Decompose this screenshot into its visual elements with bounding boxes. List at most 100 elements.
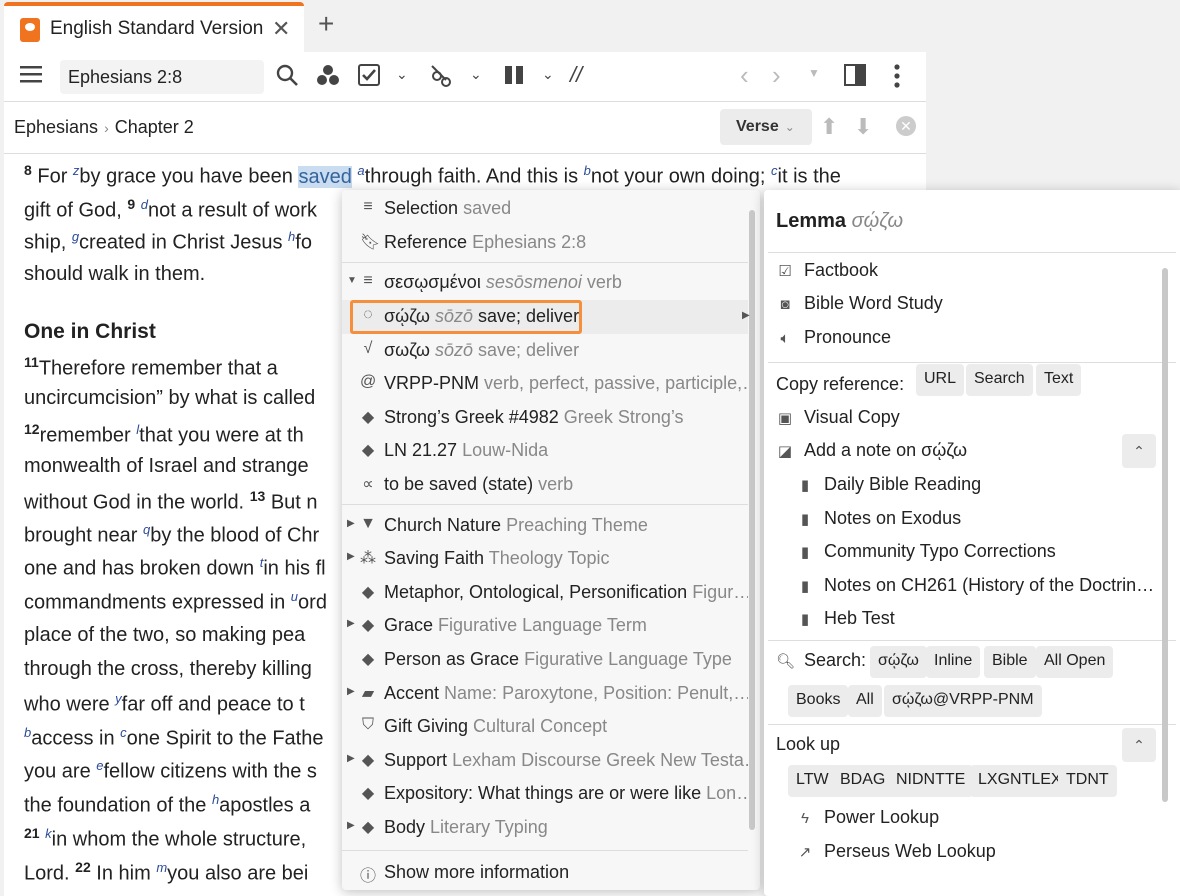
inline-link-icon[interactable]	[430, 64, 456, 94]
breadcrumb-chapter[interactable]: Chapter 2	[115, 117, 194, 137]
expand-down-icon[interactable]: ▼	[347, 275, 357, 286]
external-link-icon: ↗	[798, 844, 812, 861]
notebook-item[interactable]: ▮ Community Typo Corrections	[796, 541, 1056, 562]
menu-item-person-as-grace[interactable]: ◆ Person as Grace Figurative Language Typ…	[342, 643, 748, 677]
panel-title: Lemma σῴζω	[776, 210, 904, 232]
search-all-button[interactable]: All	[848, 685, 882, 717]
reference-input[interactable]	[60, 60, 264, 94]
expand-right-icon[interactable]: ▶	[347, 753, 355, 764]
pronounce-item[interactable]: 🔈︎ Pronounce	[776, 327, 891, 348]
add-tab-icon[interactable]: +	[318, 8, 334, 40]
menu-item-morphology[interactable]: @ VRPP-PNM verb, perfect, passive, partic…	[342, 367, 748, 401]
menu-item-support[interactable]: ▶ ◆ Support Lexham Discourse Greek New Tes…	[342, 744, 748, 778]
power-lookup-item[interactable]: ϟ Power Lookup	[796, 807, 939, 828]
menu-icon[interactable]	[20, 64, 42, 90]
history-dropdown-icon[interactable]: ▼	[808, 66, 820, 80]
lookup-lxgntlex-button[interactable]: LXGNTLEX	[970, 765, 1070, 797]
menu-item-selection[interactable]: ≡ Selection saved	[342, 192, 748, 226]
more-icon[interactable]	[894, 64, 900, 94]
text-line: one and has broken down tin his fl	[24, 555, 326, 580]
text-line: commandments expressed in uord	[24, 589, 327, 614]
menu-item-word-form[interactable]: ▼ ≡ σεσῳσμένοι sesōsmenoi verb	[342, 266, 748, 300]
menu-item-sense[interactable]: ∝ to be saved (state) verb	[342, 468, 748, 502]
columns-icon[interactable]	[504, 64, 524, 92]
search-books-button[interactable]: Books	[788, 685, 849, 717]
divider	[768, 252, 1176, 253]
back-icon[interactable]: ‹	[740, 60, 749, 91]
search-lemma-button[interactable]: σῴζω	[870, 646, 927, 678]
text-line: baccess in cone Spirit to the Fathe	[24, 725, 324, 750]
notebook-item[interactable]: ▮ Heb Test	[796, 608, 895, 629]
menu-item-lemma[interactable]: ◌ σῴζω sōzō save; deliver	[342, 300, 748, 334]
menu-item-louw-nida[interactable]: ◆ LN 21.27 Louw-Nida	[342, 434, 748, 468]
notebook-item[interactable]: ▮ Notes on CH261 (History of the Doctrin…	[796, 575, 1154, 596]
divider	[768, 724, 1176, 725]
scrollbar[interactable]	[1162, 268, 1168, 802]
lines-icon: ≡	[363, 272, 373, 289]
breadcrumb: Ephesians › Chapter 2	[14, 117, 194, 138]
show-more-information[interactable]: ⓘ Show more information	[342, 856, 748, 890]
menu-item-gift-giving[interactable]: ⛉ Gift Giving Cultural Concept	[342, 710, 748, 744]
selected-word[interactable]: saved	[298, 165, 352, 188]
search-bible-button[interactable]: Bible	[984, 646, 1036, 678]
menu-item-strongs[interactable]: ◆ Strong’s Greek #4982 Greek Strong’s	[342, 401, 748, 435]
diamond-icon: ◆	[361, 442, 375, 459]
chevron-down-icon[interactable]: ⌄	[470, 66, 482, 83]
layout-icon[interactable]	[844, 64, 866, 92]
menu-item-accent[interactable]: ▶ ▰ Accent Name: Paroxytone, Position: Pen…	[342, 677, 748, 711]
menu-item-saving-faith[interactable]: ▶ ⁂ Saving Faith Theology Topic	[342, 542, 748, 576]
menu-item-root[interactable]: √ σωζω sōzō save; deliver	[342, 334, 748, 368]
notebook-item[interactable]: ▮ Daily Bible Reading	[796, 474, 981, 495]
expand-right-icon[interactable]: ▶	[347, 686, 355, 697]
menu-item-expository[interactable]: ◆ Expository: What things are or were lik…	[342, 777, 748, 811]
lookup-tdnt-button[interactable]: TDNT	[1058, 765, 1117, 797]
notebook-icon: ▮	[800, 544, 810, 561]
verse-button[interactable]: Verse ⌄	[720, 109, 812, 145]
copy-text-button[interactable]: Text	[1036, 364, 1082, 396]
visual-filter-icon[interactable]	[316, 64, 340, 92]
close-icon[interactable]: ✕	[896, 116, 916, 136]
add-note-item[interactable]: ◪ Add a note on σῴζω	[776, 440, 967, 461]
expand-right-icon[interactable]: ▶	[347, 518, 355, 529]
expand-right-icon[interactable]: ▶	[347, 618, 355, 629]
lookup-nidntte-button[interactable]: NIDNTTE	[888, 765, 974, 797]
search-morph-button[interactable]: σῴζω@VRPP-PNM	[884, 685, 1042, 717]
notebook-icon: ▮	[800, 578, 810, 595]
sense-icon: ∝	[362, 476, 374, 493]
forward-icon[interactable]: ›	[772, 60, 781, 91]
copy-url-button[interactable]: URL	[916, 364, 965, 396]
menu-item-reference[interactable]: 🔖︎ Reference Ephesians 2:8	[342, 226, 748, 260]
text-line: place of the two, so making pea	[24, 624, 306, 646]
visual-copy-item[interactable]: ▣ Visual Copy	[776, 407, 900, 428]
factbook-item[interactable]: ☑ Factbook	[776, 260, 878, 281]
menu-item-grace[interactable]: ▶ ◆ Grace Figurative Language Term	[342, 609, 748, 643]
copy-search-button[interactable]: Search	[966, 364, 1033, 396]
perseus-lookup-item[interactable]: ↗ Perseus Web Lookup	[796, 841, 996, 862]
search-all-open-button[interactable]: All Open	[1036, 646, 1114, 678]
lookup-ltw-button[interactable]: LTW	[788, 765, 837, 797]
arrow-down-icon[interactable]: ⬇	[854, 114, 872, 140]
checklist-icon[interactable]	[358, 64, 380, 92]
lookup-bdag-button[interactable]: BDAG	[832, 765, 894, 797]
scrollbar[interactable]	[749, 210, 755, 830]
tab-close-icon[interactable]: ✕	[272, 16, 290, 42]
collapse-notes-button[interactable]: ⌃	[1122, 434, 1156, 468]
expand-right-icon[interactable]: ▶	[347, 551, 355, 562]
bible-word-study-item[interactable]: ◙ Bible Word Study	[776, 293, 942, 314]
tab-esv[interactable]: English Standard Version ✕	[4, 2, 304, 52]
parallel-icon[interactable]: //	[570, 62, 582, 88]
breadcrumb-book[interactable]: Ephesians	[14, 117, 98, 137]
menu-item-body[interactable]: ▶ ◆ Body Literary Typing	[342, 811, 748, 845]
chevron-down-icon[interactable]: ⌄	[542, 66, 554, 83]
search-icon[interactable]	[276, 64, 298, 92]
arrow-up-icon[interactable]: ⬆	[820, 114, 838, 140]
divider	[768, 362, 1176, 363]
expand-right-icon[interactable]: ▶	[347, 820, 355, 831]
menu-item-metaphor[interactable]: ◆ Metaphor, Ontological, Personification …	[342, 576, 748, 610]
toolbar: ⌄ ⌄ ⌄ // ‹ › ▼	[4, 52, 926, 102]
collapse-lookup-button[interactable]: ⌃	[1122, 728, 1156, 762]
menu-item-church-nature[interactable]: ▶ ▼ Church Nature Preaching Theme	[342, 509, 748, 543]
chevron-down-icon[interactable]: ⌄	[396, 66, 408, 83]
search-inline-button[interactable]: Inline	[926, 646, 981, 678]
notebook-item[interactable]: ▮ Notes on Exodus	[796, 508, 961, 529]
